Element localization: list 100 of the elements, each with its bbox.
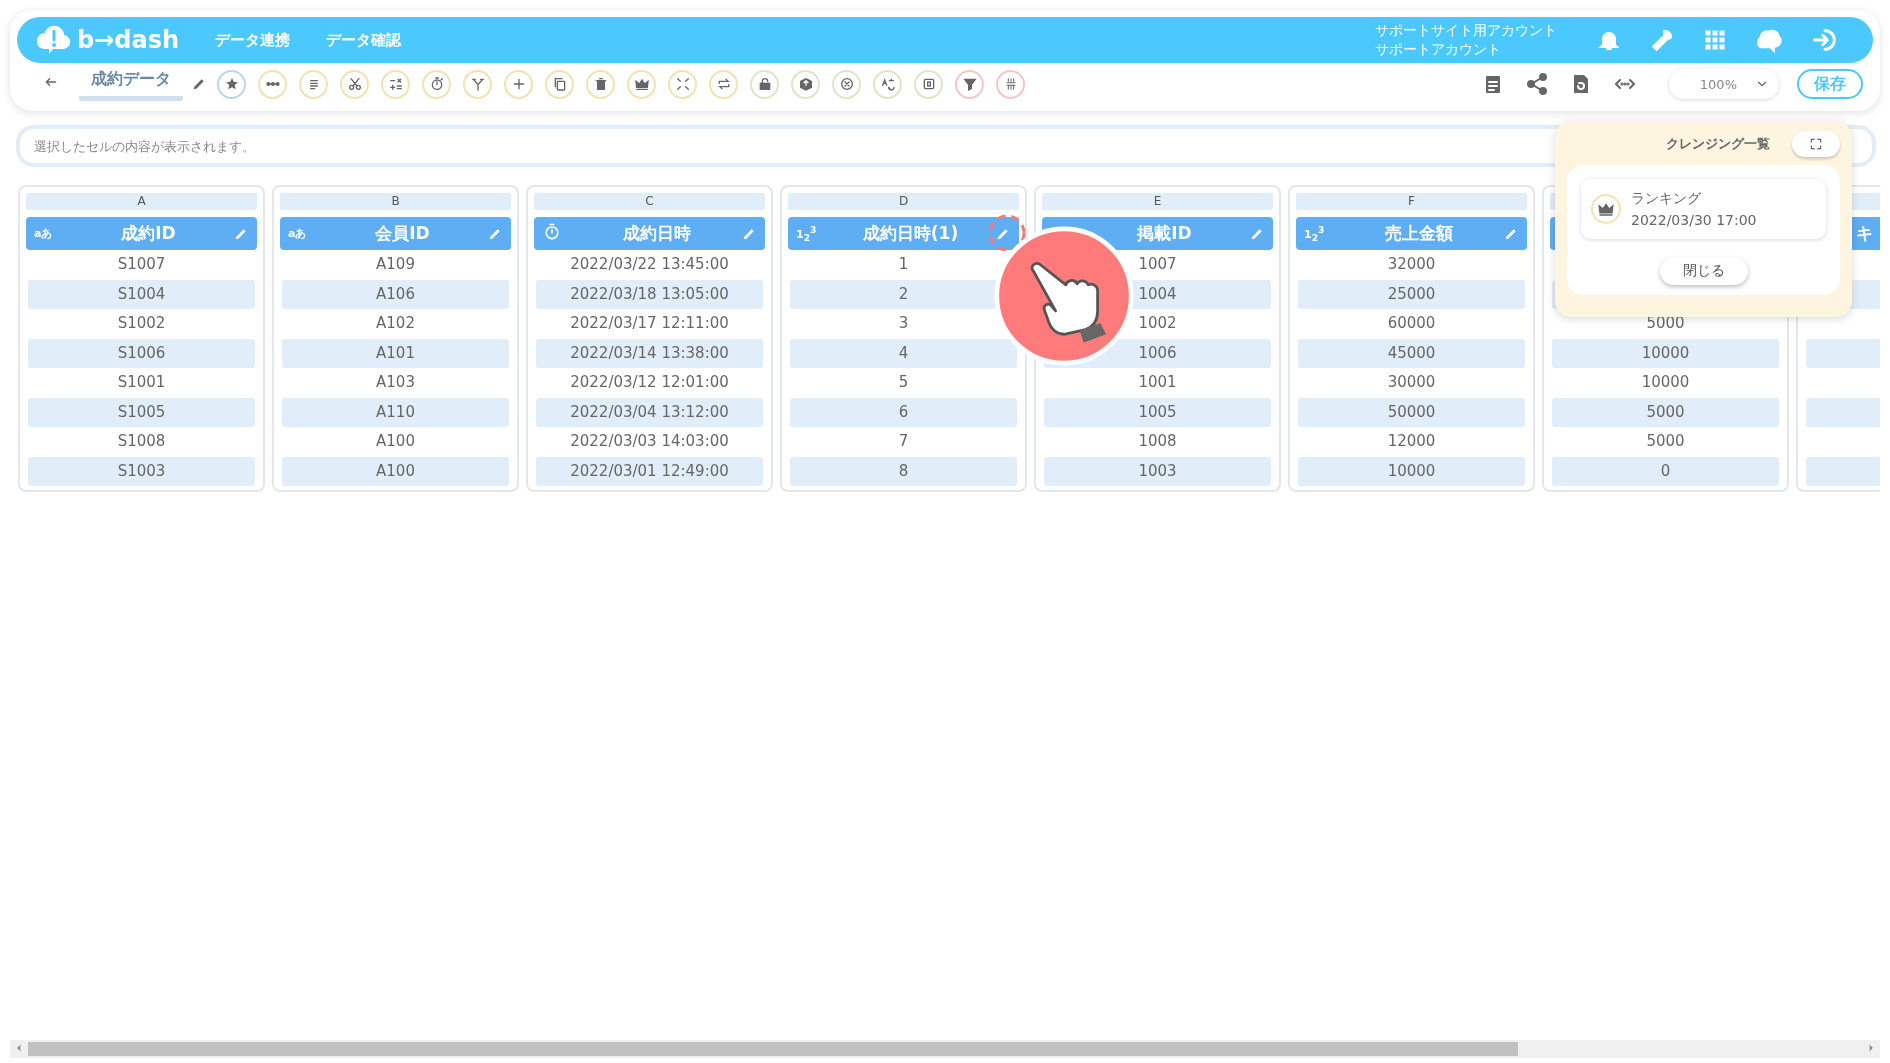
table-cell-text: 12000 xyxy=(1386,431,1437,452)
table-cell: 2022/03/18 13:05:00 xyxy=(536,279,763,309)
table-cell: 50000 xyxy=(1298,397,1525,427)
table-cell: 10000 xyxy=(1552,338,1779,368)
tool-button[interactable] xyxy=(914,69,943,99)
table-cell-text: 1002 xyxy=(1137,313,1178,334)
nav-link[interactable]: データ連携 xyxy=(215,30,291,50)
table-cell-text: A103 xyxy=(375,372,416,393)
item-name: ランキング xyxy=(1631,189,1702,208)
logo-text: b→dash xyxy=(77,26,180,54)
zoom-select[interactable]: 100% xyxy=(1669,69,1779,99)
column-letter[interactable]: B xyxy=(280,193,511,210)
panel-title: クレンジング一覧 xyxy=(1666,135,1770,153)
save-button[interactable]: 保存 xyxy=(1797,69,1863,99)
tool-button[interactable] xyxy=(463,69,492,99)
table-cell: 10000 xyxy=(1298,456,1525,486)
tool-button[interactable] xyxy=(955,69,984,99)
table-cell-text: 5 xyxy=(897,372,910,393)
column-letter[interactable]: F xyxy=(1296,193,1527,210)
cloud-logo-icon xyxy=(37,25,71,55)
nav-link[interactable]: データ確認 xyxy=(326,30,402,50)
tool-button[interactable] xyxy=(381,69,410,99)
tool-button[interactable] xyxy=(504,69,533,99)
filter-icon xyxy=(961,76,978,92)
table-cell: 1003 xyxy=(1044,456,1271,486)
table-cell: A106 xyxy=(282,279,509,309)
table-cell-text: A102 xyxy=(375,313,416,334)
table-cell-text: 2022/03/17 12:11:00 xyxy=(569,313,730,334)
tool-button[interactable] xyxy=(832,69,861,99)
table-cell: 2022/03/04 13:12:00 xyxy=(536,397,763,427)
stopwatch-icon xyxy=(542,222,562,242)
table-cell-text: A100 xyxy=(375,431,416,452)
table-cell-text: 2022/03/03 14:03:00 xyxy=(569,431,730,452)
tool-button[interactable] xyxy=(791,69,820,99)
table-cell: S1004 xyxy=(28,279,255,309)
column-letter[interactable]: C xyxy=(534,193,765,210)
tool-button[interactable] xyxy=(299,69,328,99)
type-label: aあ xyxy=(34,226,54,241)
wrench-icon xyxy=(1649,27,1675,53)
table-cell-text: 2022/03/12 12:01:00 xyxy=(569,372,730,393)
column-letter[interactable]: D xyxy=(788,193,1019,210)
tool-button[interactable] xyxy=(217,69,246,99)
tool-button[interactable] xyxy=(545,69,574,99)
star-icon xyxy=(223,76,240,92)
tool-button[interactable] xyxy=(340,69,369,99)
compress-icon xyxy=(674,76,691,92)
tool-button[interactable] xyxy=(422,69,451,99)
cleansing-item[interactable]: ランキング 2022/03/30 17:00 xyxy=(1581,179,1826,239)
tool-button[interactable] xyxy=(258,69,287,99)
column-header[interactable]: aあ 成約ID xyxy=(26,217,257,250)
horizontal-scrollbar[interactable] xyxy=(10,1040,1880,1058)
share-button[interactable] xyxy=(1525,72,1549,96)
column-header[interactable]: aあ 会員ID xyxy=(280,217,511,250)
close-circle-icon xyxy=(838,76,855,92)
table-cell-text: 60000 xyxy=(1386,313,1437,334)
table-cell: 45000 xyxy=(1298,338,1525,368)
table-cell-text: S1007 xyxy=(116,254,167,275)
tool-button[interactable] xyxy=(709,69,738,99)
tool-button[interactable] xyxy=(586,69,615,99)
close-button[interactable]: 閉じる xyxy=(1659,257,1748,285)
tool-button[interactable] xyxy=(627,69,656,99)
tool-button[interactable] xyxy=(996,69,1025,99)
table-cell: S1003 xyxy=(28,456,255,486)
table-cell: 2022/03/14 13:38:00 xyxy=(536,338,763,368)
translate-icon xyxy=(879,76,896,92)
table-cell-text: 1 xyxy=(897,254,910,275)
scissors-icon xyxy=(346,76,363,92)
share-icon xyxy=(1525,72,1549,96)
tool-button[interactable] xyxy=(873,69,902,99)
expand-button[interactable] xyxy=(1792,131,1840,157)
table-cell: A101 xyxy=(282,338,509,368)
table-cell: 25000 xyxy=(1298,279,1525,309)
table-cell-text: 3 xyxy=(897,313,910,334)
table-cell-text: 2022/03/22 13:45:00 xyxy=(569,254,730,275)
table-cell-text: S1002 xyxy=(116,313,167,334)
table-cell-text: 1008 xyxy=(1137,431,1178,452)
table-cell-text: 5000 xyxy=(1645,431,1686,452)
table-cell-text: 32000 xyxy=(1386,254,1437,275)
table-cell: 2022/03/01 12:49:00 xyxy=(536,456,763,486)
table-cell-text: 7 xyxy=(897,431,910,452)
table-cell-text: 1001 xyxy=(1137,372,1178,393)
table-cell: 1005 xyxy=(1044,397,1271,427)
table-cell: A100 xyxy=(282,456,509,486)
table-cell-text: S1001 xyxy=(116,372,167,393)
table-cell: S1006 xyxy=(28,338,255,368)
table-cell-text: 30000 xyxy=(1386,372,1437,393)
column-header[interactable]: 成約日時 xyxy=(534,217,765,250)
table-cell: 6 xyxy=(790,397,1017,427)
apps-grid-icon xyxy=(1703,28,1727,52)
column-letter[interactable]: A xyxy=(26,193,257,210)
calculator-icon xyxy=(387,76,404,92)
logout-icon xyxy=(1811,26,1839,54)
account-name: サポートサイト用アカウント xyxy=(1375,21,1557,40)
table-cell: 8 xyxy=(790,456,1017,486)
column-letter[interactable]: E xyxy=(1042,193,1273,210)
tool-button[interactable] xyxy=(750,69,779,99)
table-cell: 4 xyxy=(790,338,1017,368)
box-icon xyxy=(797,76,814,92)
sheet-title-tab[interactable]: 成約データ xyxy=(79,67,183,101)
table-cell: 0 xyxy=(1552,456,1779,486)
